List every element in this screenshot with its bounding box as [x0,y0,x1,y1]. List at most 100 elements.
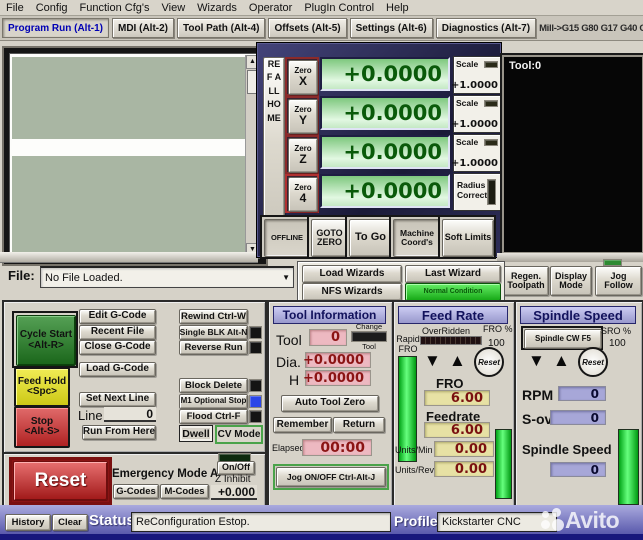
load-gcode-button[interactable]: Load G-Code [79,362,156,377]
y-scale-led [484,100,498,107]
spindle-speed-dro[interactable]: 0 [550,462,606,477]
zero-4-button[interactable]: Zero 4 [288,177,318,212]
tool-h-dro[interactable]: +0.0000 [305,370,371,386]
jog-onoff-button[interactable]: Jog ON/OFF Ctrl-Alt-J [276,467,386,487]
fro-reset-button[interactable]: Reset [474,347,504,377]
feedrate-level-bar[interactable] [495,429,512,499]
feed-hold-button[interactable]: Feed Hold <Spc> [14,367,70,407]
mcodes-button[interactable]: M-Codes [160,484,209,499]
spindle-up-arrow-icon[interactable]: ▲ [553,352,570,369]
feedrate-dro[interactable]: 6.00 [424,422,490,438]
dwell-indicator: Dwell [179,425,213,442]
single-blk-button[interactable]: Single BLK Alt-N [179,325,248,340]
display-mode-button[interactable]: Display Mode [550,266,592,296]
line-number-field[interactable]: 0 [104,407,156,422]
z-inhibit-value-field[interactable]: +0.000 [211,485,257,500]
set-next-line-button[interactable]: Set Next Line [79,392,156,407]
to-go-button[interactable]: To Go [349,219,392,257]
change-tool-button[interactable] [351,331,387,342]
profile-label: Profile: [394,513,442,529]
h-label: H [289,372,299,388]
m1-optional-stop-button[interactable]: M1 Optional Stop [179,394,248,409]
gcode-window-shelf [0,252,258,263]
return-button[interactable]: Return [333,417,385,433]
dro-row-4: Zero 4 +0.0000 Radius Correct [257,174,503,210]
sov-label: S-ov [522,411,552,427]
fro-down-arrow-icon[interactable]: ▼ [424,352,441,369]
combobox-dropdown-icon[interactable]: ▼ [282,273,293,282]
jog-follow-button[interactable]: Jog Follow [595,266,642,296]
nfs-wizards-button[interactable]: NFS Wizards [302,283,402,301]
fro-up-arrow-icon[interactable]: ▲ [449,352,466,369]
block-delete-button[interactable]: Block Delete [179,378,248,393]
offline-button[interactable]: OFFLINE [264,219,310,257]
last-wizard-button[interactable]: Last Wizard [405,265,501,283]
menu-config[interactable]: Config [30,1,74,15]
zero-y-button[interactable]: Zero Y [288,99,318,134]
z-scale-value[interactable]: +1.0000 [451,158,498,169]
dro-row-x: Zero X +0.0000 Scale +1.0000 [257,57,503,93]
load-wizards-button[interactable]: Load Wizards [302,265,402,283]
flood-button[interactable]: Flood Ctrl-F [179,409,248,424]
fro-slider[interactable] [420,336,482,345]
menu-function-cfgs[interactable]: Function Cfg's [74,1,156,15]
auto-tool-zero-button[interactable]: Auto Tool Zero [281,395,379,412]
tool-dia-dro[interactable]: +0.0000 [305,352,371,368]
zero-x-button[interactable]: Zero X [288,60,318,95]
zero-z-button[interactable]: Zero Z [288,138,318,173]
gcode-listbox[interactable]: ▲ ▼ [9,53,261,259]
rpm-label: RPM [522,387,553,403]
fro-dro[interactable]: 6.00 [424,390,490,406]
z-inhibit-onoff-button[interactable]: On/Off [217,461,255,475]
normal-condition-button[interactable]: Normal Condition [405,283,501,301]
gcode-block-top [12,57,245,139]
gcodes-button[interactable]: G-Codes [113,484,159,499]
close-gcode-button[interactable]: Close G-Code [79,340,156,355]
menu-help[interactable]: Help [380,1,415,15]
status-bar: History Clear Status: ReConfiguration Es… [0,505,643,540]
x-scale-value[interactable]: +1.0000 [451,80,498,91]
menu-wizards[interactable]: Wizards [191,1,243,15]
radius-correct-led[interactable] [487,179,496,205]
units-min-dro: 0.00 [434,441,494,457]
tab-offsets[interactable]: Offsets (Alt-5) [268,18,346,38]
history-button[interactable]: History [5,514,51,531]
tab-program-run[interactable]: Program Run (Alt-1) [2,18,109,38]
run-from-here-button[interactable]: Run From Here [82,425,156,440]
y-axis-dro[interactable]: +0.0000 [320,96,450,130]
machine-coords-button[interactable]: Machine Coord's [393,219,441,257]
axis4-dro[interactable]: +0.0000 [320,174,450,208]
rewind-button[interactable]: Rewind Ctrl-W [179,309,248,324]
menu-operator[interactable]: Operator [243,1,298,15]
toolpath-display[interactable]: Tool:0 [502,55,643,254]
spindle-level-bar[interactable] [618,429,639,505]
goto-zero-button[interactable]: GOTO ZERO [311,219,348,257]
tab-diagnostics[interactable]: Diagnostics (Alt-7) [436,18,536,38]
menu-view[interactable]: View [156,1,192,15]
z-axis-dro[interactable]: +0.0000 [320,135,450,169]
tool-information-panel: Tool Information Tool 0 Change Tool Dia.… [267,300,394,509]
cycle-start-label: Cycle Start [20,330,72,341]
cycle-start-button[interactable]: Cycle Start <Alt-R> [16,315,76,366]
tab-tool-path[interactable]: Tool Path (Alt-4) [177,18,265,38]
stop-button[interactable]: Stop <Alt-S> [14,406,70,448]
edit-gcode-button[interactable]: Edit G-Code [79,309,156,324]
spindle-down-arrow-icon[interactable]: ▼ [528,352,545,369]
spindle-cw-button[interactable]: Spindle CW F5 [524,329,602,349]
y-scale-value[interactable]: +1.0000 [451,119,498,130]
reverse-run-button[interactable]: Reverse Run [179,340,248,355]
regen-toolpath-button[interactable]: Regen. Toolpath [503,266,549,296]
menu-plugin-control[interactable]: PlugIn Control [298,1,380,15]
file-combobox[interactable]: No File Loaded. ▼ [40,266,294,288]
reset-button[interactable]: Reset [13,461,108,501]
current-tool-dro[interactable]: 0 [309,329,347,346]
soft-limits-button[interactable]: Soft Limits [442,219,494,257]
recent-file-button[interactable]: Recent File [79,325,156,340]
x-axis-dro[interactable]: +0.0000 [320,57,450,91]
tab-settings[interactable]: Settings (Alt-6) [350,18,433,38]
spindle-reset-button[interactable]: Reset [578,347,608,377]
clear-button[interactable]: Clear [52,514,88,531]
tab-mdi[interactable]: MDI (Alt-2) [112,18,174,38]
menu-file[interactable]: File [0,1,30,15]
remember-button[interactable]: Remember [273,417,332,433]
